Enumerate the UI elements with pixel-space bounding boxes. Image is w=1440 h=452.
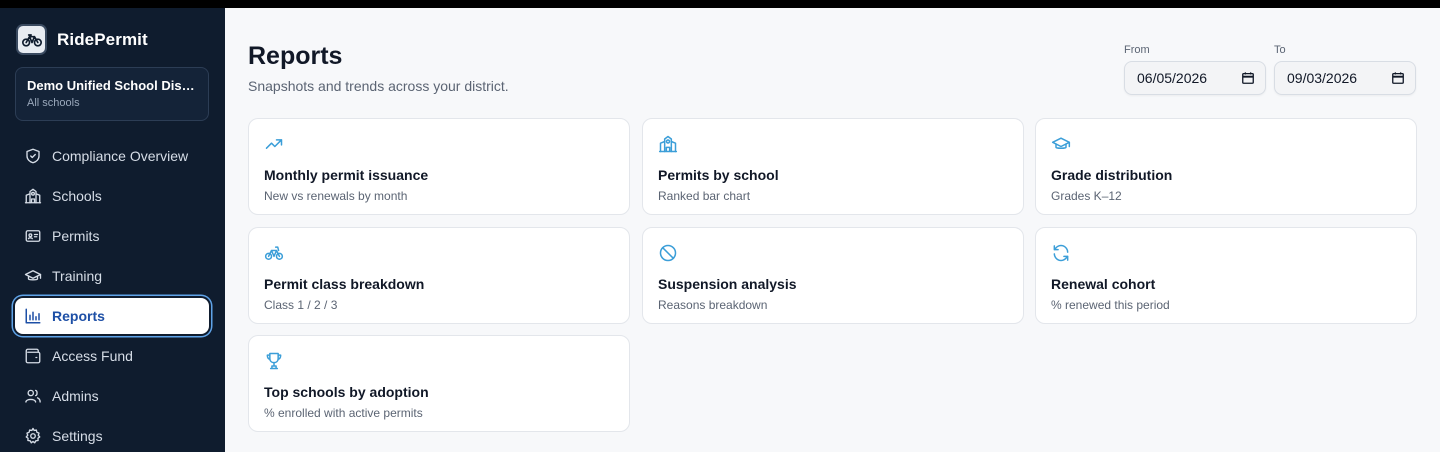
report-card-grade-distribution[interactable]: Grade distribution Grades K–12 (1035, 118, 1417, 215)
wallet-icon (25, 348, 41, 364)
from-date-input[interactable]: 06/05/2026 (1124, 61, 1266, 95)
to-date-value: 09/03/2026 (1287, 70, 1358, 86)
card-subtitle: Grades K–12 (1051, 189, 1122, 203)
sidebar-item-compliance-overview[interactable]: Compliance Overview (15, 138, 209, 174)
main-content: Reports Snapshots and trends across your… (225, 8, 1440, 452)
app-name: RidePermit (57, 29, 148, 49)
to-date-group: To 09/03/2026 (1274, 44, 1416, 95)
card-title: Permits by school (658, 167, 779, 183)
report-card-suspension-analysis[interactable]: Suspension analysis Reasons breakdown (642, 227, 1024, 324)
to-date-label: To (1274, 44, 1286, 56)
users-icon (25, 389, 41, 403)
school-icon (24, 188, 42, 204)
card-subtitle: % renewed this period (1051, 298, 1170, 312)
app-shell: RidePermit Demo Unified School District … (0, 8, 1440, 452)
page-title: Reports (248, 42, 343, 70)
sidebar-nav: Compliance Overview Schools Permits Trai… (15, 138, 209, 452)
sidebar-item-training[interactable]: Training (15, 258, 209, 294)
sidebar-item-label: Compliance Overview (52, 148, 189, 164)
card-subtitle: % enrolled with active permits (264, 406, 423, 420)
sidebar-item-permits[interactable]: Permits (15, 218, 209, 254)
report-card-permit-class-breakdown[interactable]: Permit class breakdown Class 1 / 2 / 3 (248, 227, 630, 324)
calendar-icon[interactable] (1241, 71, 1255, 85)
from-date-group: From 06/05/2026 (1124, 44, 1266, 95)
trending-up-icon (265, 139, 283, 149)
sidebar-item-settings[interactable]: Settings (15, 418, 209, 452)
card-title: Permit class breakdown (264, 276, 425, 292)
card-subtitle: Reasons breakdown (658, 298, 768, 312)
graduation-cap-icon (1051, 137, 1071, 150)
id-card-icon (25, 230, 41, 242)
sidebar-item-label: Access Fund (52, 348, 133, 364)
brand[interactable]: RidePermit (16, 24, 148, 55)
card-subtitle: Ranked bar chart (658, 189, 751, 203)
card-title: Renewal cohort (1051, 276, 1156, 292)
sidebar-item-label: Schools (52, 188, 102, 204)
report-card-permits-by-school[interactable]: Permits by school Ranked bar chart (642, 118, 1024, 215)
card-subtitle: Class 1 / 2 / 3 (264, 298, 338, 312)
refresh-icon (1053, 244, 1069, 262)
sidebar-item-reports[interactable]: Reports (15, 298, 209, 334)
page-subtitle: Snapshots and trends across your distric… (248, 78, 509, 94)
sidebar-item-label: Permits (52, 228, 100, 244)
from-date-value: 06/05/2026 (1137, 70, 1208, 86)
gear-icon (25, 427, 41, 444)
bicycle-icon (264, 246, 284, 260)
sidebar-item-access-fund[interactable]: Access Fund (15, 338, 209, 374)
calendar-icon[interactable] (1391, 71, 1405, 85)
graduation-cap-icon (24, 270, 42, 281)
report-card-monthly-permit-issuance[interactable]: Monthly permit issuance New vs renewals … (248, 118, 630, 215)
card-title: Grade distribution (1051, 167, 1173, 183)
bicycle-logo-icon (16, 24, 47, 55)
sidebar-item-schools[interactable]: Schools (15, 178, 209, 214)
org-name: Demo Unified School District (27, 78, 197, 93)
sidebar-item-label: Training (52, 268, 103, 284)
school-icon (658, 135, 678, 153)
to-date-input[interactable]: 09/03/2026 (1274, 61, 1416, 95)
card-title: Top schools by adoption (264, 384, 429, 400)
card-title: Suspension analysis (658, 276, 797, 292)
from-date-label: From (1124, 44, 1150, 56)
sidebar: RidePermit Demo Unified School District … (0, 8, 225, 452)
card-subtitle: New vs renewals by month (264, 189, 408, 203)
bar-chart-icon (25, 308, 41, 324)
sidebar-item-label: Admins (52, 388, 99, 404)
shield-icon (26, 148, 40, 164)
sidebar-item-label: Reports (52, 308, 105, 324)
report-card-top-schools-by-adoption[interactable]: Top schools by adoption % enrolled with … (248, 335, 630, 432)
ban-icon (659, 244, 677, 262)
trophy-icon (266, 352, 282, 370)
card-title: Monthly permit issuance (264, 167, 429, 183)
sidebar-item-label: Settings (52, 428, 103, 444)
report-card-renewal-cohort[interactable]: Renewal cohort % renewed this period (1035, 227, 1417, 324)
org-scope: All schools (27, 97, 80, 109)
org-switcher[interactable]: Demo Unified School District All schools (15, 67, 209, 121)
sidebar-item-admins[interactable]: Admins (15, 378, 209, 414)
